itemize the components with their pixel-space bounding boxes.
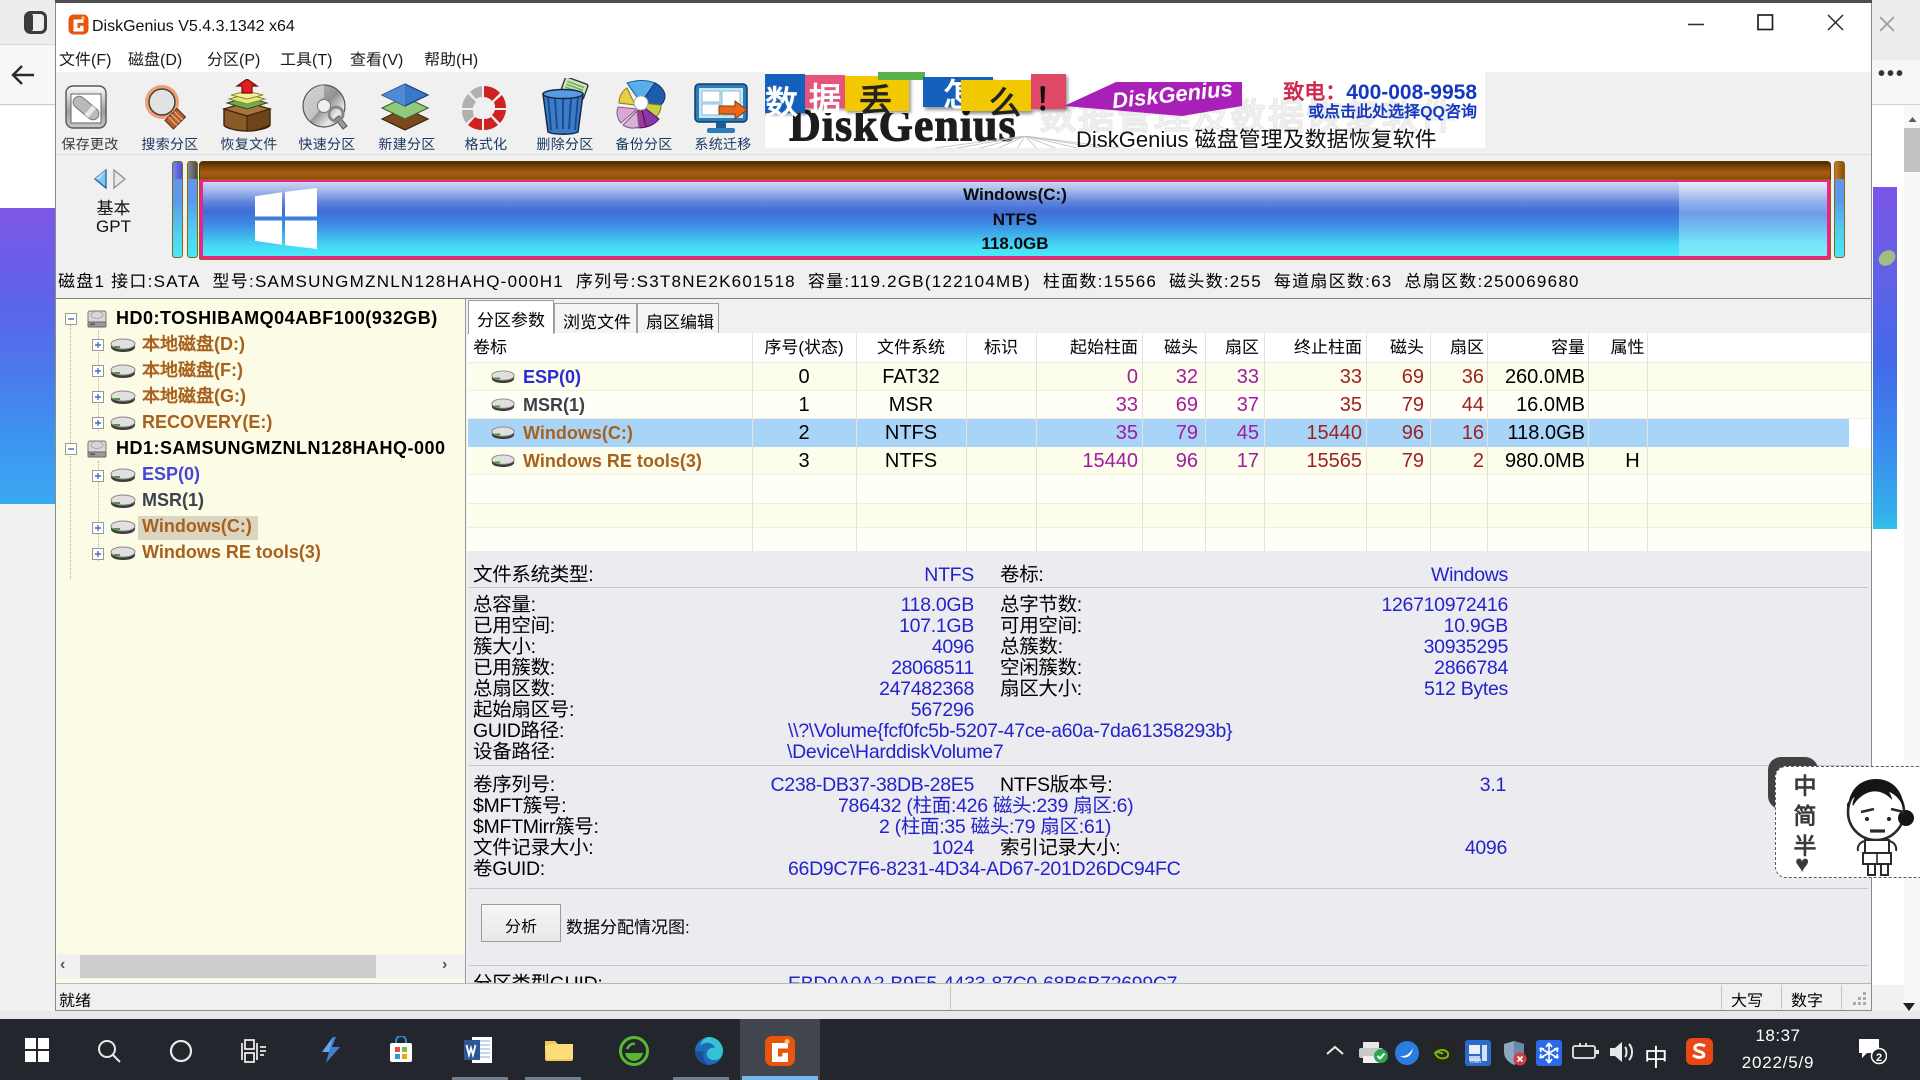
svg-text:intel: intel	[1470, 1059, 1481, 1065]
svg-text:2: 2	[1876, 1052, 1882, 1064]
